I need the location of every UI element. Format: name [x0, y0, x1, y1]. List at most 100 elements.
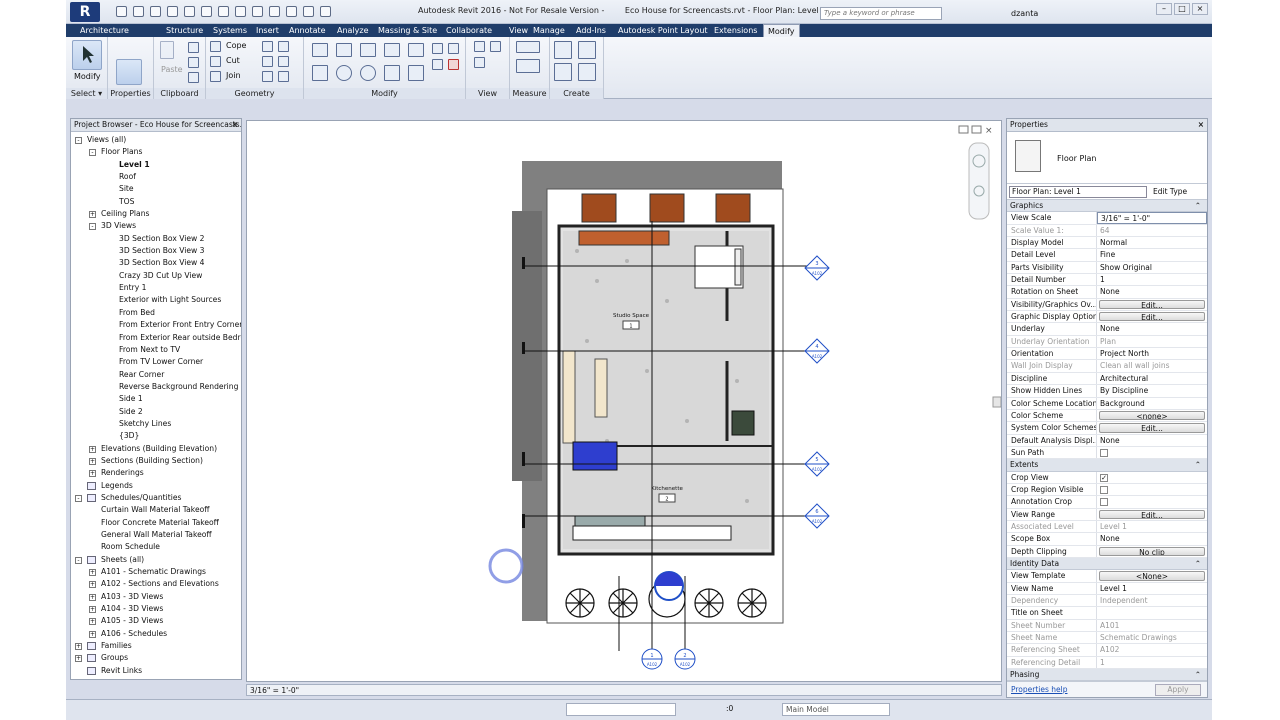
tree-item[interactable]: 3D Section Box View 2 — [71, 233, 241, 245]
tree-item[interactable]: Level 1 — [71, 159, 241, 171]
cut-clipboard-icon[interactable] — [188, 42, 199, 53]
tab-view[interactable]: View — [509, 24, 528, 37]
tree-item[interactable]: - Views (all) — [71, 134, 241, 146]
tree-item[interactable]: + Ceiling Plans — [71, 208, 241, 220]
delete-icon[interactable] — [448, 59, 459, 70]
property-checkbox[interactable]: ✓ — [1100, 473, 1108, 482]
override-icon[interactable] — [474, 57, 485, 68]
close-icon[interactable]: × — [1192, 3, 1208, 15]
tab-collaborate[interactable]: Collaborate — [446, 24, 492, 37]
join-label[interactable]: Join — [226, 71, 241, 80]
paint-icon[interactable] — [278, 41, 289, 52]
close-browser-icon[interactable]: × — [232, 119, 238, 131]
align-icon[interactable] — [312, 43, 328, 57]
tab-extensions[interactable]: Extensions — [714, 24, 757, 37]
demolish-icon[interactable] — [278, 56, 289, 67]
type-selector[interactable]: Floor Plan — [1007, 132, 1207, 184]
collapse-icon[interactable]: - — [89, 223, 96, 231]
create-assembly-icon[interactable] — [554, 41, 572, 59]
paste-icon[interactable] — [160, 41, 174, 59]
cut-geometry-icon[interactable] — [210, 56, 221, 67]
application-menu-button[interactable]: R — [70, 2, 100, 22]
drawing-canvas[interactable]: × 3 A102 4 A102 5 A102 6 A102 1 A102 2 A… — [246, 120, 1002, 682]
expand-icon[interactable]: + — [89, 569, 96, 577]
rotate-icon[interactable] — [360, 65, 376, 81]
tree-item[interactable]: + Groups — [71, 652, 241, 664]
tab-systems[interactable]: Systems — [213, 24, 247, 37]
property-value[interactable]: Edit... — [1099, 312, 1205, 322]
section-marker-4[interactable]: 4 A102 — [804, 338, 830, 364]
user-name[interactable]: dzanta — [1011, 9, 1038, 18]
property-value[interactable]: Edit... — [1099, 423, 1205, 433]
property-value[interactable] — [1097, 484, 1207, 495]
tree-item[interactable]: + A101 - Schematic Drawings — [71, 566, 241, 578]
pin-icon[interactable] — [432, 43, 443, 54]
property-section[interactable]: Graphics ⌃ — [1007, 200, 1207, 213]
trim-icon[interactable] — [384, 65, 400, 81]
property-value[interactable]: Architectural — [1097, 373, 1207, 384]
tree-item[interactable]: Rear Corner — [71, 369, 241, 381]
save-icon[interactable] — [133, 6, 144, 17]
property-value[interactable]: None — [1097, 435, 1207, 446]
property-value[interactable]: <none> — [1099, 410, 1205, 421]
minimize-view-icon[interactable] — [958, 125, 969, 134]
tree-item[interactable]: + A106 - Schedules — [71, 628, 241, 640]
tree-item[interactable]: Curtain Wall Material Takeoff — [71, 504, 241, 516]
collapse-section-icon[interactable]: ⌃ — [1195, 200, 1201, 212]
property-value[interactable] — [1097, 496, 1207, 507]
tree-item[interactable]: Legends — [71, 480, 241, 492]
collapse-icon[interactable]: - — [75, 556, 82, 564]
room-name-kitchenette[interactable]: Kitchenette — [651, 486, 683, 492]
create-similar-icon[interactable] — [578, 63, 596, 81]
expand-icon[interactable]: + — [89, 445, 96, 453]
tree-item[interactable]: + A103 - 3D Views — [71, 591, 241, 603]
tab-structure[interactable]: Structure — [166, 24, 203, 37]
property-value[interactable]: None — [1097, 286, 1207, 297]
tree-item[interactable]: -3D Views — [71, 220, 241, 232]
copy-icon[interactable] — [336, 65, 352, 81]
room-name-studio[interactable]: Studio Space — [613, 313, 650, 319]
collapse-icon[interactable]: - — [75, 137, 82, 144]
active-workset-select[interactable]: Main Model — [782, 703, 890, 716]
collapse-section-icon[interactable]: ⌃ — [1195, 558, 1201, 570]
instance-filter-select[interactable]: Floor Plan: Level 1 — [1009, 186, 1147, 198]
tree-item[interactable]: Crazy 3D Cut Up View — [71, 270, 241, 282]
expand-icon[interactable]: + — [89, 606, 96, 614]
dimension-icon[interactable] — [516, 59, 540, 73]
maximize-icon[interactable]: □ — [1174, 3, 1190, 15]
print-icon[interactable] — [201, 6, 212, 17]
property-section[interactable]: Extents ⌃ — [1007, 459, 1207, 472]
property-value[interactable]: None — [1097, 533, 1207, 544]
split-icon[interactable] — [408, 43, 424, 57]
tree-item[interactable]: - Floor Plans — [71, 146, 241, 158]
join-icon[interactable] — [210, 71, 221, 82]
property-value[interactable]: 3/16" = 1'-0" — [1097, 212, 1207, 224]
tab-modify[interactable]: Modify — [763, 24, 800, 37]
measure-tool-icon[interactable] — [516, 41, 540, 53]
tree-item[interactable]: Entry 1 — [71, 282, 241, 294]
property-value[interactable]: By Discipline — [1097, 385, 1207, 396]
tree-item[interactable]: TOS — [71, 196, 241, 208]
tree-item[interactable]: + Renderings — [71, 467, 241, 479]
property-value[interactable]: Background — [1097, 398, 1207, 409]
3d-view-icon[interactable] — [252, 6, 263, 17]
text-icon[interactable] — [235, 6, 246, 17]
mirror-draw-icon[interactable] — [384, 43, 400, 57]
tree-item[interactable]: + A104 - 3D Views — [71, 603, 241, 615]
property-value[interactable]: Show Original — [1097, 262, 1207, 273]
apply-button[interactable]: Apply — [1155, 684, 1201, 696]
tab-manage[interactable]: Manage — [533, 24, 565, 37]
tree-item[interactable]: Side 2 — [71, 406, 241, 418]
restore-view-icon[interactable] — [971, 125, 982, 134]
tree-item[interactable]: + Sections (Building Section) — [71, 455, 241, 467]
tree-item[interactable]: From Exterior Front Entry Corner — [71, 319, 241, 331]
tree-item[interactable]: Sketchy Lines — [71, 418, 241, 430]
tab-architecture[interactable]: Architecture — [80, 24, 129, 37]
hammer-icon[interactable] — [278, 71, 289, 82]
collapse-section-icon[interactable]: ⌃ — [1195, 669, 1201, 681]
tree-item[interactable]: Site — [71, 183, 241, 195]
property-value[interactable] — [1097, 447, 1207, 458]
section-marker-6[interactable]: 6 A102 — [804, 503, 830, 529]
linework-icon[interactable] — [490, 41, 501, 52]
thin-lines-icon[interactable] — [286, 6, 297, 17]
